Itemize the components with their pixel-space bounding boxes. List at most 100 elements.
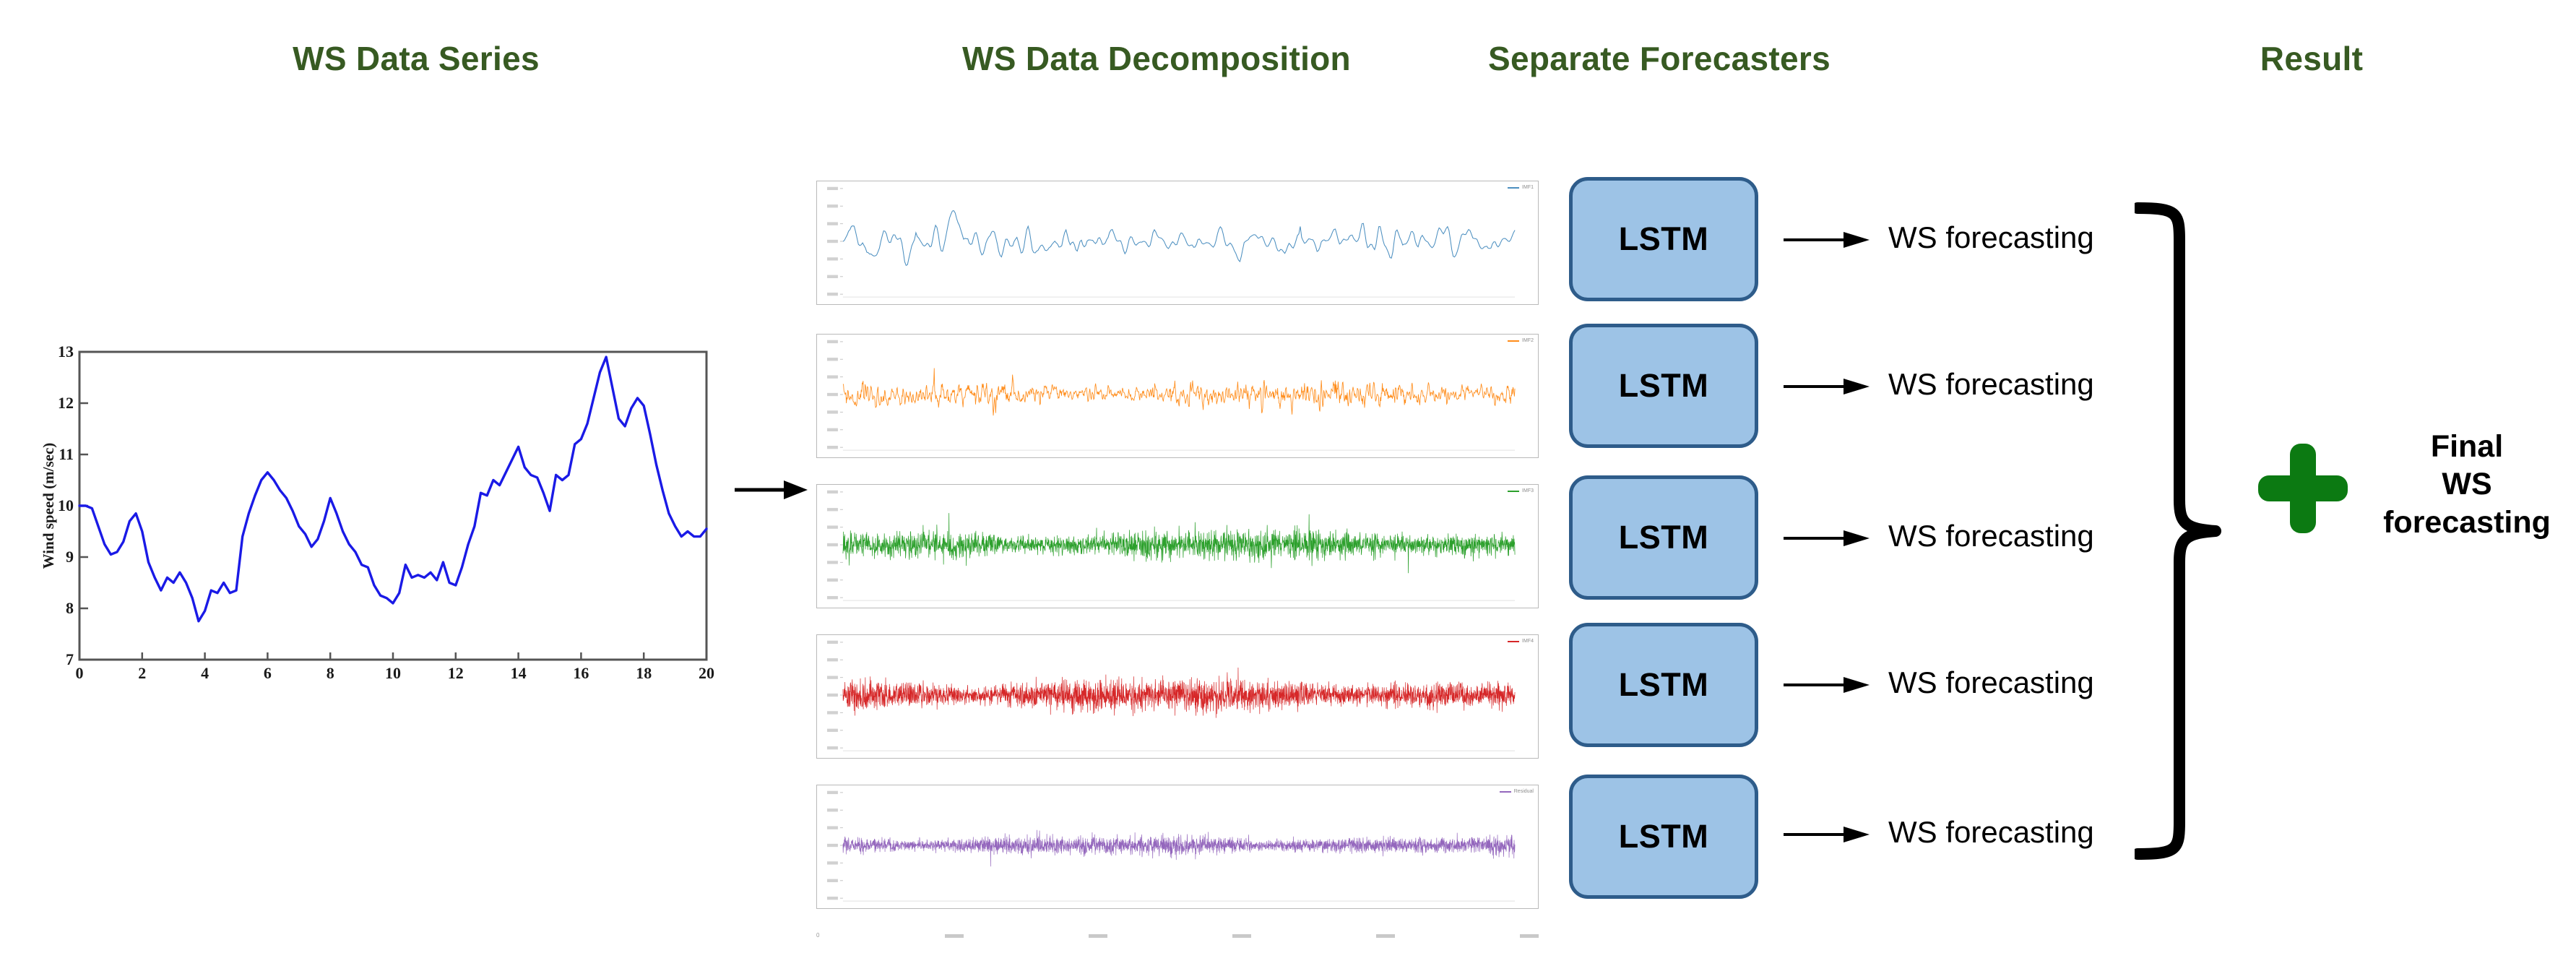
panel-y-tick-label (826, 808, 838, 812)
legend-label: Residual (1513, 789, 1534, 794)
panel-y-tick-label (826, 525, 838, 529)
brace-svg (2132, 202, 2221, 860)
lstm-box-5[interactable]: LSTM (1569, 775, 1758, 899)
aggregation-brace (2132, 202, 2221, 860)
arrow-head (1844, 827, 1870, 842)
legend-line-swatch (1499, 790, 1511, 793)
panel-y-tick-label (826, 861, 838, 865)
y-tick-label: 8 (66, 599, 74, 617)
imf-trace (842, 210, 1516, 267)
decomposition-trace-svg (826, 490, 1516, 601)
plot-frame (78, 350, 708, 661)
final-label-line-2: WS (2442, 467, 2492, 502)
y-tick-label: 12 (58, 394, 74, 412)
panel-y-tick-label (826, 843, 838, 848)
panel-y-tick-label (826, 595, 838, 600)
arrow-head (1844, 677, 1870, 693)
panel-legend-imf-5: Residual (1499, 789, 1534, 794)
ws-series-svg: 7 8 9 10 11 12 13 0 2 4 6 8 10 12 14 16 18 20 Wind speed… (40, 342, 715, 682)
lstm-box-label: LSTM (1618, 519, 1709, 556)
decomposition-panel-imf-3: IMF3 (816, 484, 1539, 608)
decomposition-panel-imf-1: IMF1 (816, 181, 1539, 305)
final-label-line-3: forecasting (2383, 504, 2551, 540)
panel-y-tick-label (826, 508, 838, 512)
forecast-arrow-svg (1784, 232, 1870, 248)
y-tick-label: 7 (66, 650, 74, 668)
panel-y-tick-label (826, 257, 838, 261)
final-label-line-1: Final (2430, 429, 2504, 464)
arrow-series-to-decomposition (733, 473, 809, 506)
panel-y-tick-label (826, 239, 838, 243)
panel-y-tick-label (826, 693, 838, 697)
column-header-ws-data-series: WS Data Series (293, 40, 540, 77)
panel-y-tick-label (826, 222, 838, 225)
ws-forecasting-label-2: WS forecasting (1888, 367, 2094, 401)
x-tick-label: 4 (201, 664, 209, 682)
y-axis-label: Wind speed (m/sec) (40, 443, 57, 569)
forecast-arrow-1 (1783, 228, 1871, 252)
panel-legend-imf-3: IMF3 (1508, 488, 1534, 493)
decomposition-panel-imf-5: Residual (816, 785, 1539, 909)
panel-y-tick-label (826, 358, 838, 361)
brace-path (2132, 202, 2221, 860)
forecast-arrow-4 (1783, 673, 1871, 697)
legend-label: IMF4 (1522, 639, 1534, 644)
decomposition-trace-svg (826, 340, 1516, 451)
panel-y-tick-label (826, 186, 838, 191)
legend-label: IMF2 (1522, 338, 1534, 343)
panel-y-tick-label (826, 392, 838, 397)
final-ws-forecasting-label: Final WS forecasting (2377, 428, 2557, 541)
y-tick-label: 10 (58, 496, 74, 514)
legend-line-swatch (1508, 490, 1520, 492)
plus-operator-icon (2255, 441, 2351, 536)
x-tick-label: 8 (327, 664, 334, 682)
plus-horizontal-bar (2258, 475, 2348, 501)
lstm-box-2[interactable]: LSTM (1569, 324, 1758, 448)
panel-y-tick-label (826, 410, 838, 414)
lstm-box-1[interactable]: LSTM (1569, 177, 1758, 301)
lstm-box-3[interactable]: LSTM (1569, 475, 1758, 600)
x-tick-labels: 0 2 4 6 8 10 12 14 16 18 20 (76, 664, 715, 682)
decomposition-trace-svg (826, 186, 1516, 298)
y-tick-label: 13 (58, 342, 74, 361)
forecast-arrow-2 (1783, 374, 1871, 399)
forecast-arrow-svg (1784, 379, 1870, 394)
lstm-box-label: LSTM (1618, 220, 1709, 257)
x-tick-label: 16 (573, 664, 589, 682)
panel-y-tick-label (826, 879, 838, 882)
arrow-head (1844, 379, 1870, 394)
decomposition-trace-svg (826, 640, 1516, 751)
arrow-head (784, 480, 808, 499)
forecast-arrow-5 (1783, 822, 1871, 847)
decomposition-x-tick-label (1375, 934, 1395, 938)
panel-y-tick-label (826, 790, 838, 795)
forecast-arrow-svg (1784, 827, 1870, 842)
x-tick-label: 0 (76, 664, 84, 682)
lstm-box-4[interactable]: LSTM (1569, 623, 1758, 747)
decomposition-x-tick-label (1232, 934, 1251, 938)
arrow-head (1844, 530, 1870, 546)
x-tick-label: 18 (636, 664, 652, 682)
legend-line-swatch (1508, 186, 1520, 189)
panel-y-tick-label (826, 578, 838, 582)
panel-y-tick-label (826, 640, 838, 644)
ws-forecasting-label-1: WS forecasting (1888, 220, 2094, 254)
panel-y-tick-label (826, 728, 838, 732)
x-tick-label: 20 (699, 664, 714, 682)
panel-legend-imf-2: IMF2 (1508, 338, 1534, 343)
decomposition-x-axis: 0 (816, 932, 1539, 946)
panel-y-tick-label (826, 445, 838, 449)
legend-line-swatch (1508, 340, 1520, 342)
legend-line-swatch (1508, 640, 1520, 642)
y-tick-labels: 7 8 9 10 11 12 13 (58, 342, 74, 668)
imf-trace (842, 368, 1516, 416)
x-tick-label: 14 (511, 664, 527, 682)
x-tick-label: 12 (448, 664, 464, 682)
arrow-head (1844, 232, 1870, 248)
decomposition-panel-imf-2: IMF2 (816, 334, 1539, 458)
imf-trace (842, 829, 1516, 867)
x-tick-label: 6 (264, 664, 272, 682)
column-header-separate-forecasters: Separate Forecasters (1488, 40, 1831, 77)
panel-y-tick-label (826, 746, 838, 750)
ws-data-decomposition-stack: IMF1 IMF2 IMF3 IMF4 Residual 0 (808, 181, 1544, 961)
